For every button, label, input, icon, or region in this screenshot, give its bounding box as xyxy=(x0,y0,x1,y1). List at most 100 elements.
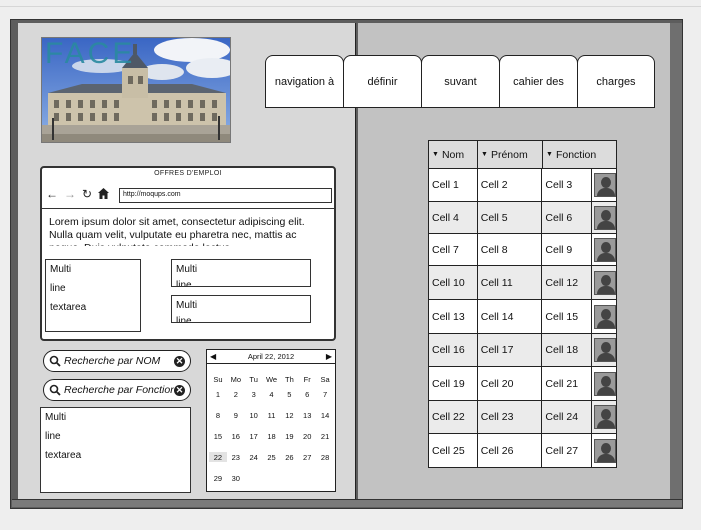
top-divider xyxy=(0,6,701,7)
calendar-day[interactable]: 20 xyxy=(298,431,316,441)
logo-image: FACE xyxy=(41,37,231,143)
browser-title: OFFRES D'EMPLOI xyxy=(154,170,222,177)
calendar-day[interactable]: 28 xyxy=(316,452,334,462)
avatar-cell xyxy=(592,300,616,333)
table-cell: Cell 3 xyxy=(542,169,593,201)
calendar-day[interactable]: 30 xyxy=(227,473,245,483)
calendar-day[interactable]: 10 xyxy=(245,410,263,420)
prev-month-icon[interactable]: ◀ xyxy=(210,352,216,361)
calendar-day[interactable]: 9 xyxy=(227,410,245,420)
clear-icon[interactable]: ✕ xyxy=(174,384,185,396)
clear-icon[interactable]: ✕ xyxy=(174,355,185,367)
tab-navigation[interactable]: navigation à xyxy=(265,55,344,108)
calendar-day[interactable]: 8 xyxy=(209,410,227,420)
calendar-day[interactable]: 1 xyxy=(209,389,227,399)
calendar-empty xyxy=(298,473,316,474)
header-label: Fonction xyxy=(555,148,597,161)
table-row[interactable]: Cell 10 Cell 11 Cell 12 xyxy=(429,266,616,300)
weekday-label: Su xyxy=(213,375,223,384)
calendar-day[interactable]: 6 xyxy=(298,389,316,399)
calendar-day[interactable]: 26 xyxy=(280,452,298,462)
table-row[interactable]: Cell 19 Cell 20 Cell 21 xyxy=(429,367,616,401)
table-row[interactable]: Cell 22 Cell 23 Cell 24 xyxy=(429,401,616,434)
calendar-empty xyxy=(245,473,263,474)
avatar-head xyxy=(600,409,611,420)
calendar-day[interactable]: 27 xyxy=(298,452,316,462)
tab-cahier-des[interactable]: cahier des xyxy=(499,55,578,108)
calendar-day[interactable]: 4 xyxy=(263,389,281,399)
browser-nav: ← → ↻ xyxy=(46,188,110,201)
bottom-multiline-textarea[interactable]: Multi line textarea xyxy=(40,407,191,493)
calendar-day[interactable]: 17 xyxy=(245,431,263,441)
calendar-grid: Su Mo Tu We Th Fr Sa 1 2 3 4 5 6 7 8 9 10 11 12 13 14 15 16 17 1… xyxy=(209,374,334,494)
calendar-day[interactable]: 14 xyxy=(316,410,334,420)
date-picker-calendar[interactable]: ◀ April 22, 2012 ▶ Su Mo Tu We Th Fr Sa 1 2 3 4 5 6 7… xyxy=(206,349,336,492)
forward-arrow-icon[interactable]: → xyxy=(64,188,76,201)
home-icon[interactable] xyxy=(98,188,110,201)
avatar-head xyxy=(600,308,611,320)
avatar-cell xyxy=(592,266,616,299)
vertical-scrollbar[interactable] xyxy=(670,23,682,499)
search-nom-field[interactable]: Recherche par NOM ✕ xyxy=(43,350,191,372)
header-label: Prénom xyxy=(490,148,528,161)
small-textarea-1[interactable]: Multi line xyxy=(171,259,311,287)
table-cell: Cell 23 xyxy=(478,401,543,433)
calendar-day[interactable]: 11 xyxy=(263,410,281,420)
calendar-day[interactable]: 23 xyxy=(227,452,245,462)
user-avatar-icon xyxy=(593,304,616,329)
small-textarea-2[interactable]: Multi line xyxy=(171,295,311,323)
table-row[interactable]: Cell 25 Cell 26 Cell 27 xyxy=(429,434,616,467)
table-cell: Cell 26 xyxy=(478,434,543,467)
calendar-day[interactable]: 13 xyxy=(298,410,316,420)
column-header-nom[interactable]: ▼ Nom xyxy=(429,141,478,169)
avatar-head xyxy=(600,177,611,188)
table-cell: Cell 25 xyxy=(429,434,478,467)
column-header-prenom[interactable]: ▼ Prénom xyxy=(478,141,543,169)
table-row[interactable]: Cell 7 Cell 8 Cell 9 xyxy=(429,234,616,266)
search-icon xyxy=(49,355,61,367)
employees-table: ▼ Nom ▼ Prénom ▼ Fonction Cell 1 Cell 2 Cell … xyxy=(428,140,617,468)
tab-label: suvant xyxy=(444,75,477,88)
calendar-day[interactable]: 22 xyxy=(209,452,227,462)
table-cell: Cell 6 xyxy=(542,202,593,233)
calendar-day[interactable]: 7 xyxy=(316,389,334,399)
multiline-textarea[interactable]: Multi line textarea xyxy=(45,259,141,332)
column-header-fonction[interactable]: ▼ Fonction xyxy=(543,141,616,169)
search-fonction-field[interactable]: Recherche par Fonction ✕ xyxy=(43,379,191,401)
url-field[interactable]: http://moqups.com xyxy=(119,188,332,203)
calendar-day[interactable]: 18 xyxy=(263,431,281,441)
avatar-body xyxy=(596,386,615,395)
tab-label: définir xyxy=(367,75,398,88)
calendar-day[interactable]: 5 xyxy=(280,389,298,399)
next-month-icon[interactable]: ▶ xyxy=(326,352,332,361)
user-avatar-icon xyxy=(593,173,616,197)
table-row[interactable]: Cell 16 Cell 17 Cell 18 xyxy=(429,334,616,367)
calendar-day[interactable]: 2 xyxy=(227,389,245,399)
calendar-day[interactable]: 21 xyxy=(316,431,334,441)
tab-suvant[interactable]: suvant xyxy=(421,55,500,108)
calendar-day[interactable]: 24 xyxy=(245,452,263,462)
horizontal-scrollbar[interactable] xyxy=(12,499,682,507)
table-row[interactable]: Cell 13 Cell 14 Cell 15 xyxy=(429,300,616,334)
avatar-body xyxy=(596,220,615,229)
calendar-empty xyxy=(263,473,281,474)
calendar-empty xyxy=(280,473,298,474)
back-arrow-icon[interactable]: ← xyxy=(46,188,58,201)
user-avatar-icon xyxy=(593,270,616,295)
calendar-day[interactable]: 15 xyxy=(209,431,227,441)
table-row[interactable]: Cell 1 Cell 2 Cell 3 xyxy=(429,169,616,202)
table-row[interactable]: Cell 4 Cell 5 Cell 6 xyxy=(429,202,616,234)
table-cell: Cell 11 xyxy=(478,266,543,299)
calendar-day[interactable]: 3 xyxy=(245,389,263,399)
calendar-day[interactable]: 19 xyxy=(280,431,298,441)
calendar-day[interactable]: 16 xyxy=(227,431,245,441)
avatar-cell xyxy=(592,367,616,400)
weekday-label: Th xyxy=(284,375,294,384)
calendar-day[interactable]: 25 xyxy=(263,452,281,462)
tab-definir[interactable]: définir xyxy=(343,55,422,108)
reload-icon[interactable]: ↻ xyxy=(82,188,92,201)
calendar-day[interactable]: 29 xyxy=(209,473,227,483)
textarea-line: textarea xyxy=(45,450,82,461)
tab-charges[interactable]: charges xyxy=(577,55,655,108)
calendar-day[interactable]: 12 xyxy=(280,410,298,420)
